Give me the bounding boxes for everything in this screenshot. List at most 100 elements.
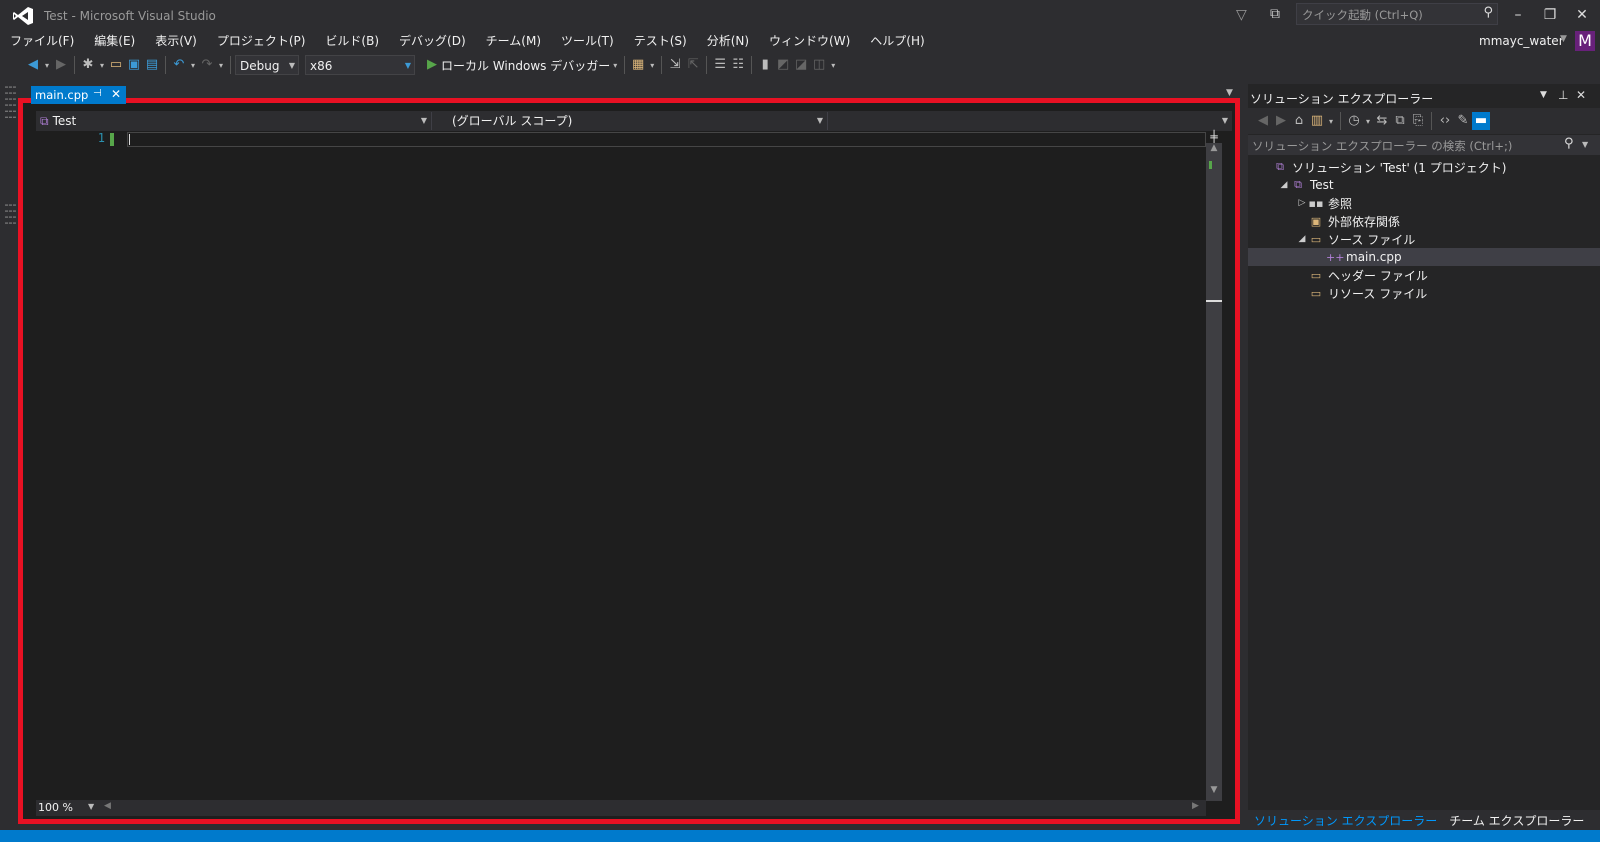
close-window-button[interactable]: ✕	[1567, 4, 1597, 26]
close-icon[interactable]: ✕	[1576, 88, 1594, 102]
back-icon[interactable]: ◀	[1254, 112, 1272, 130]
next-bookmark-icon[interactable]: ◪	[792, 56, 810, 74]
minimize-button[interactable]: –	[1503, 4, 1533, 26]
bookmark-icon[interactable]: ▮	[756, 56, 774, 74]
tree-item[interactable]: ▷ ▪▪ 参照	[1248, 194, 1600, 212]
split-window-icon[interactable]: ╪	[1206, 131, 1222, 143]
switch-views-icon[interactable]: ▥	[1308, 112, 1326, 130]
scroll-right-icon[interactable]: ▶	[1192, 801, 1199, 811]
navigate-forward-icon[interactable]: ▶	[52, 56, 70, 74]
forward-icon[interactable]: ▶	[1272, 112, 1290, 130]
global-scope-select[interactable]: (グローバル スコープ) ▼	[432, 112, 828, 130]
tree-item[interactable]: ◢ ⧉ Test	[1248, 176, 1600, 194]
menu-item-1[interactable]: 編集(E)	[84, 30, 145, 52]
expander-icon[interactable]: ▷	[1296, 198, 1308, 208]
restore-button[interactable]: ❐	[1535, 4, 1565, 26]
expander-icon[interactable]: ◢	[1296, 234, 1308, 244]
project-scope-select[interactable]: ⧉ Test ▼	[36, 112, 432, 130]
tab-solution-explorer[interactable]: ソリューション エクスプローラー	[1248, 810, 1443, 831]
new-project-icon[interactable]: ✱	[79, 56, 97, 74]
code-editor-highlighted[interactable]: ⧉ Test ▼ (グローバル スコープ) ▼ ▼ 1 ╪ ▲ ▼ 100 % ▼…	[18, 98, 1240, 824]
save-icon[interactable]: ▣	[125, 56, 143, 74]
tab-main-cpp[interactable]: main.cpp ⊣ ✕	[31, 86, 126, 104]
clear-bookmarks-icon[interactable]: ◫	[810, 56, 828, 74]
search-icon[interactable]: ⚲	[1564, 136, 1574, 151]
avatar[interactable]: M	[1575, 31, 1595, 51]
current-line-highlight[interactable]	[127, 132, 1206, 147]
start-debugging-icon[interactable]: ▶	[423, 56, 441, 74]
properties-wrench-icon[interactable]: ✎	[1454, 112, 1472, 130]
collapse-all-icon[interactable]: ⧉	[1391, 112, 1409, 130]
toolbox-side-tab[interactable]: ┆┆┆┆	[3, 202, 15, 262]
filter-icon[interactable]: ▽	[1236, 7, 1247, 23]
scroll-down-icon[interactable]: ▼	[1206, 785, 1222, 795]
switch-views-dropdown-icon[interactable]: ▾	[1326, 117, 1336, 126]
undo-dropdown-icon[interactable]: ▾	[188, 61, 198, 70]
home-icon[interactable]: ⌂	[1290, 112, 1308, 130]
open-file-icon[interactable]: ▭	[107, 56, 125, 74]
server-explorer-side-tab[interactable]: ┆┆┆┆┆┆	[3, 84, 15, 174]
quick-launch-input[interactable]: クイック起動 (Ctrl+Q) ⚲	[1296, 3, 1498, 25]
toolbar-overflow-icon[interactable]: ▾	[647, 61, 657, 70]
start-debugging-button[interactable]: ローカル Windows デバッガー	[441, 57, 610, 74]
navigate-back-icon[interactable]: ◀	[24, 56, 42, 74]
menu-item-10[interactable]: ウィンドウ(W)	[759, 30, 860, 52]
new-project-dropdown-icon[interactable]: ▾	[97, 61, 107, 70]
sync-with-active-document-icon[interactable]: ⇆	[1373, 112, 1391, 130]
navigate-back-dropdown-icon[interactable]: ▾	[42, 61, 52, 70]
show-all-files-icon[interactable]: ⎘	[1409, 112, 1427, 130]
scroll-left-icon[interactable]: ◀	[104, 801, 111, 811]
step-into-icon[interactable]: ⇲	[666, 56, 684, 74]
menu-item-6[interactable]: チーム(M)	[476, 30, 551, 52]
menu-item-3[interactable]: プロジェクト(P)	[207, 30, 316, 52]
tree-item[interactable]: ++ main.cpp	[1248, 248, 1600, 266]
feedback-icon[interactable]: ⧉	[1270, 6, 1280, 22]
tree-item[interactable]: ▭ リソース ファイル	[1248, 284, 1600, 302]
member-scope-select[interactable]: ▼	[828, 112, 1232, 130]
account-name[interactable]: mmayc_water	[1479, 34, 1564, 48]
tree-item[interactable]: ▭ ヘッダー ファイル	[1248, 266, 1600, 284]
redo-icon[interactable]: ↷	[198, 56, 216, 74]
view-code-icon[interactable]: ‹›	[1436, 112, 1454, 130]
pending-changes-filter-icon[interactable]: ◷	[1345, 112, 1363, 130]
tab-overflow-dropdown-icon[interactable]: ▼	[1226, 88, 1233, 98]
save-all-icon[interactable]: ▤	[143, 56, 161, 74]
menu-item-4[interactable]: ビルド(B)	[315, 30, 389, 52]
solution-explorer-search-input[interactable]: ソリューション エクスプローラー の検索 (Ctrl+;) ⚲ ▼	[1248, 135, 1600, 155]
search-icon[interactable]: ⚲	[1483, 5, 1493, 20]
menu-item-2[interactable]: 表示(V)	[145, 30, 207, 52]
toolbar-overflow-icon[interactable]: ▾	[828, 61, 838, 70]
zoom-dropdown-icon[interactable]: ▼	[88, 802, 94, 811]
tree-item[interactable]: ◢ ▭ ソース ファイル	[1248, 230, 1600, 248]
auto-hide-pin-icon[interactable]: ⊥	[1558, 88, 1576, 102]
filter-dropdown-icon[interactable]: ▾	[1363, 117, 1373, 126]
menu-item-0[interactable]: ファイル(F)	[0, 30, 84, 52]
pin-icon[interactable]: ⊣	[93, 88, 102, 99]
search-options-dropdown-icon[interactable]: ▼	[1582, 140, 1588, 149]
previous-bookmark-icon[interactable]: ◩	[774, 56, 792, 74]
start-debugging-dropdown-icon[interactable]: ▾	[610, 61, 620, 70]
menu-item-7[interactable]: ツール(T)	[551, 30, 624, 52]
tree-item[interactable]: ▣ 外部依存関係	[1248, 212, 1600, 230]
menu-item-9[interactable]: 分析(N)	[697, 30, 759, 52]
menu-item-8[interactable]: テスト(S)	[624, 30, 697, 52]
solution-platform-select[interactable]: x86 ▼	[305, 55, 415, 75]
account-dropdown-icon[interactable]: ▼	[1560, 34, 1567, 44]
undo-icon[interactable]: ↶	[170, 56, 188, 74]
preview-selected-items-icon[interactable]: ▬	[1472, 112, 1490, 130]
scroll-up-icon[interactable]: ▲	[1206, 143, 1222, 153]
zoom-level[interactable]: 100 %	[38, 801, 73, 814]
comment-lines-icon[interactable]: ☰	[711, 56, 729, 74]
find-in-files-icon[interactable]: ▦	[629, 56, 647, 74]
step-over-icon[interactable]: ⇱	[684, 56, 702, 74]
window-position-icon[interactable]: ▼	[1540, 90, 1558, 100]
vertical-scrollbar[interactable]: ▲ ▼	[1206, 143, 1222, 801]
menu-item-5[interactable]: デバッグ(D)	[389, 30, 476, 52]
menu-item-11[interactable]: ヘルプ(H)	[860, 30, 934, 52]
tree-item[interactable]: ⧉ ソリューション 'Test' (1 プロジェクト)	[1248, 158, 1600, 176]
expander-icon[interactable]: ◢	[1278, 180, 1290, 190]
visual-studio-logo-icon[interactable]	[12, 6, 34, 26]
redo-dropdown-icon[interactable]: ▾	[216, 61, 226, 70]
close-icon[interactable]: ✕	[111, 87, 121, 101]
tab-team-explorer[interactable]: チーム エクスプローラー	[1443, 810, 1590, 831]
